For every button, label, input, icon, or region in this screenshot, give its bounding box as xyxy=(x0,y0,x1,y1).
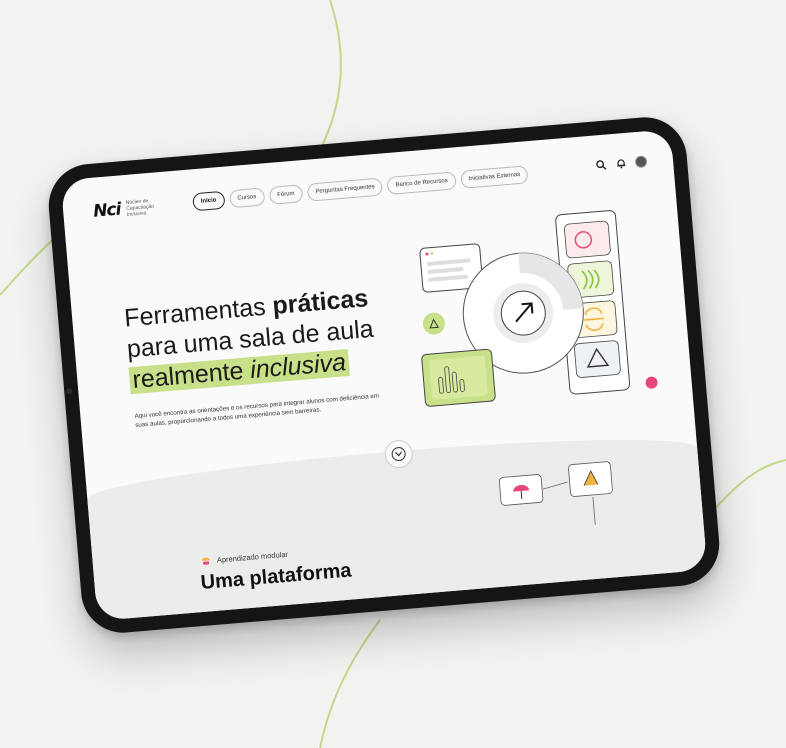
tablet-device: Nci Núcleo de Capacitação Inclusiva Iníc… xyxy=(45,114,723,636)
modular-learning-icon xyxy=(201,557,210,565)
avatar[interactable] xyxy=(634,155,648,169)
logo-mark: Nci xyxy=(92,199,122,222)
chart-card-icon xyxy=(421,348,496,407)
nav-item-banco-de-recursos[interactable]: Banco de Recursos xyxy=(386,171,457,196)
nav-item-cursos[interactable]: Cursos xyxy=(228,187,266,209)
nav-item-forum[interactable]: Fórum xyxy=(268,184,304,205)
tablet-camera xyxy=(66,388,73,395)
hero-illustration xyxy=(419,210,658,407)
module-illustration xyxy=(498,461,613,525)
hero-title-line1-bold: práticas xyxy=(271,284,370,321)
nav-item-inicio[interactable]: Início xyxy=(192,190,226,212)
logo-subtitle: Núcleo de Capacitação Inclusiva xyxy=(125,198,155,218)
pink-dot-icon xyxy=(645,376,658,389)
tablet-frame: Nci Núcleo de Capacitação Inclusiva Iníc… xyxy=(45,114,723,636)
nav-item-iniciativas-externas[interactable]: Iniciativas Externas xyxy=(459,165,529,189)
hero-title: Ferramentas práticas para uma sala de au… xyxy=(123,283,377,396)
main-nav: Início Cursos Fórum Perguntas Frequentes… xyxy=(192,165,529,212)
hero-title-line3-italic: inclusiva xyxy=(249,348,347,385)
nav-item-perguntas-frequentes[interactable]: Perguntas Frequentes xyxy=(306,177,384,202)
hero-description: Aqui você encontra as orientações e os r… xyxy=(134,392,380,429)
bell-icon[interactable] xyxy=(615,157,628,170)
triangle-badge-icon xyxy=(422,312,445,335)
header-icons xyxy=(595,155,648,171)
site-logo[interactable]: Nci Núcleo de Capacitação Inclusiva xyxy=(92,196,167,222)
hero-title-line3-normal: realmente xyxy=(131,356,252,395)
search-icon[interactable] xyxy=(595,159,608,172)
chevron-down-icon xyxy=(391,446,407,462)
tablet-screen: Nci Núcleo de Capacitação Inclusiva Iníc… xyxy=(60,129,708,621)
